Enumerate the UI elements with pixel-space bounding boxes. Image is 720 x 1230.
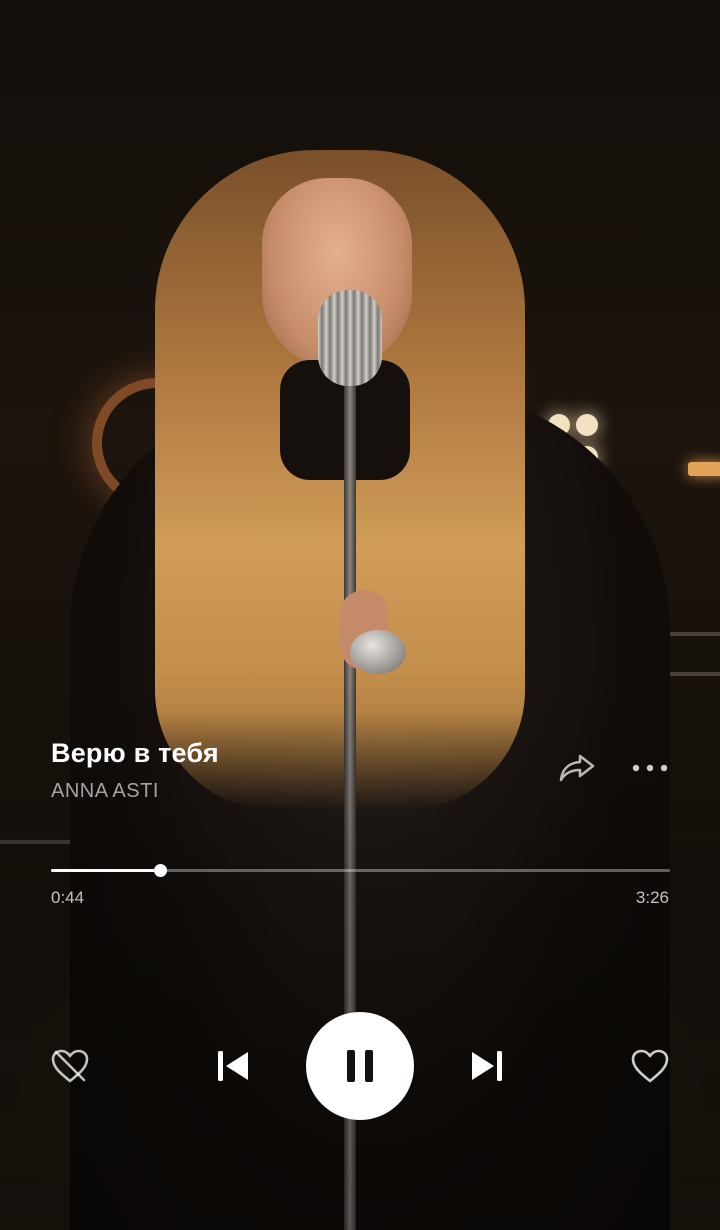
- backdrop-spotlight: [576, 414, 598, 436]
- previous-track-button[interactable]: [212, 1046, 254, 1086]
- dislike-button[interactable]: [48, 1046, 92, 1086]
- pause-button[interactable]: [306, 1012, 414, 1120]
- progress-fill: [51, 869, 160, 872]
- skip-next-icon: [472, 1051, 502, 1081]
- track-artist[interactable]: ANNA ASTI: [51, 780, 159, 803]
- like-button[interactable]: [628, 1046, 672, 1086]
- total-time: 3:26: [635, 888, 669, 907]
- backdrop-light-bar: [688, 462, 720, 476]
- track-title: Верю в тебя: [51, 738, 219, 768]
- next-track-button[interactable]: [466, 1046, 508, 1086]
- share-button[interactable]: [556, 748, 598, 788]
- microphone: [318, 290, 382, 386]
- heart-icon: [631, 1049, 669, 1083]
- progress-slider[interactable]: [51, 864, 670, 877]
- share-arrow-icon: [559, 754, 595, 782]
- more-dots-icon: [632, 764, 668, 772]
- pause-icon: [347, 1050, 373, 1082]
- microphone-ring: [350, 630, 406, 674]
- broken-heart-icon: [51, 1049, 89, 1083]
- progress-thumb[interactable]: [153, 864, 167, 877]
- skip-previous-icon: [218, 1051, 248, 1081]
- more-options-button[interactable]: [628, 756, 672, 780]
- current-time: 0:44: [51, 888, 85, 907]
